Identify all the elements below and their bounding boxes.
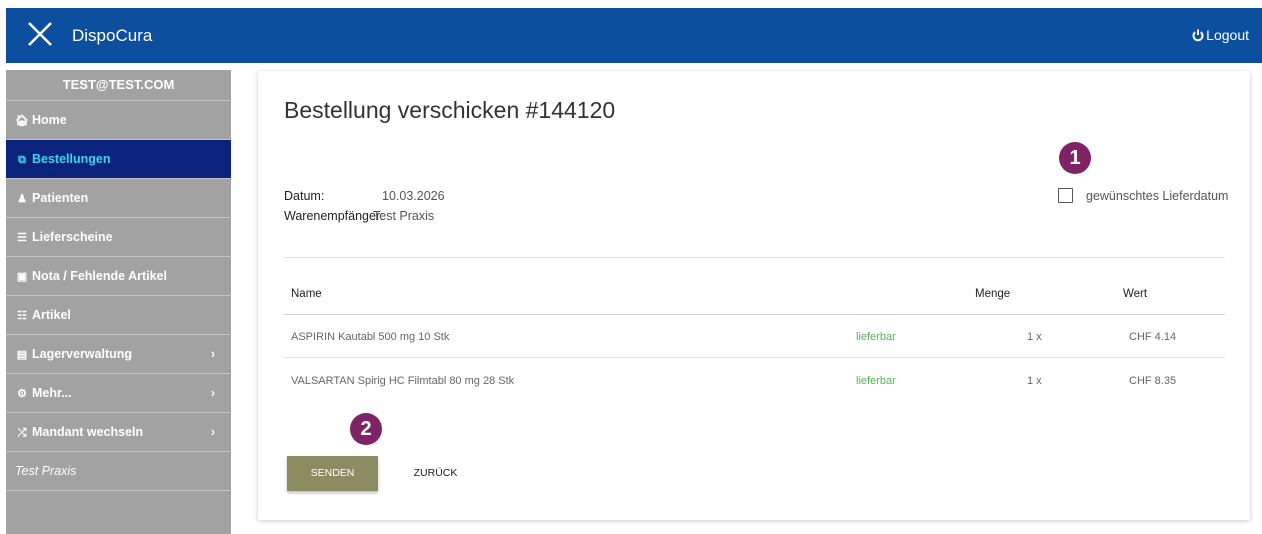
row-2-name: VALSARTAN Spirig HC Filmtabl 80 mg 28 St…	[291, 375, 515, 387]
row-1-menge: 1 x	[1027, 331, 1042, 343]
close-icon[interactable]	[26, 20, 54, 48]
date-label: Datum:	[284, 189, 325, 203]
document-icon: ☰	[17, 232, 27, 244]
sidebar-item-label: Home	[32, 113, 67, 127]
sidebar-item-lieferscheine[interactable]: ☰ Lieferscheine	[6, 218, 231, 257]
home-icon: 🏠︎	[15, 115, 29, 127]
row-1-status: lieferbar	[856, 331, 896, 343]
sidebar-item-nota[interactable]: ▣ Nota / Fehlende Artikel	[6, 257, 231, 296]
sidebar-item-mandant[interactable]: ⤮ Mandant wechseln ›	[6, 413, 231, 452]
sidebar-item-label: Nota / Fehlende Artikel	[32, 269, 167, 283]
send-button[interactable]: SENDEN	[287, 456, 378, 491]
table-row-divider	[284, 357, 1225, 358]
orders-icon: ⧉	[18, 154, 26, 166]
cart-icon: ☷	[17, 310, 27, 322]
step-badge-2: 2	[350, 413, 382, 445]
sidebar-item-label: Mehr...	[32, 386, 72, 400]
order-card: Bestellung verschicken #144120 1 Datum: …	[258, 71, 1250, 520]
power-icon	[1192, 29, 1204, 42]
sidebar-item-home[interactable]: 🏠︎ Home	[6, 101, 231, 140]
sidebar-item-artikel[interactable]: ☷ Artikel	[6, 296, 231, 335]
divider	[284, 257, 1225, 258]
row-2-wert: CHF 8.35	[1129, 375, 1177, 387]
table-header-divider	[284, 314, 1225, 315]
sidebar-item-label: Lagerverwaltung	[32, 347, 133, 361]
shuffle-icon: ⤮	[17, 427, 27, 439]
step-badge-1: 1	[1059, 142, 1091, 174]
sidebar-item-label: Bestellungen	[32, 152, 111, 166]
user-email: TEST@TEST.COM	[6, 70, 231, 101]
recipient-value: Test Praxis	[373, 209, 435, 223]
column-header-wert: Wert	[1123, 288, 1148, 300]
back-button[interactable]: ZURÜCK	[399, 456, 472, 491]
chevron-right-icon: ›	[210, 347, 215, 361]
chevron-right-icon: ›	[210, 425, 215, 439]
row-2-menge: 1 x	[1027, 375, 1042, 387]
sidebar-item-bestellungen[interactable]: ⧉ Bestellungen	[6, 140, 231, 179]
app-name: DispoCura	[72, 26, 153, 45]
sidebar-item-lagerverwaltung[interactable]: ▤ Lagerverwaltung ›	[6, 335, 231, 374]
logout-button[interactable]: Logout	[1192, 27, 1249, 43]
sidebar-item-patienten[interactable]: ♟ Patienten	[6, 179, 231, 218]
chevron-right-icon: ›	[210, 386, 215, 400]
column-header-name: Name	[291, 288, 322, 300]
recipient-label: Warenempfänger:	[284, 209, 384, 223]
row-1-wert: CHF 4.14	[1129, 331, 1177, 343]
date-value: 10.03.2026	[382, 189, 445, 203]
sidebar-item-label: Artikel	[32, 308, 71, 322]
sidebar-item-label: Mandant wechseln	[32, 425, 144, 439]
top-bar: DispoCura Logout	[6, 8, 1262, 63]
current-praxis: Test Praxis	[6, 452, 231, 491]
wish-date-label: gewünschtes Lieferdatum	[1086, 189, 1229, 203]
gear-icon: ⚙	[17, 388, 27, 400]
list-box-icon: ▣	[16, 271, 28, 283]
users-icon: ♟	[17, 193, 27, 205]
logout-label: Logout	[1206, 27, 1249, 43]
wish-date-checkbox[interactable]	[1058, 188, 1073, 203]
row-1-name: ASPIRIN Kautabl 500 mg 10 Stk	[291, 331, 450, 343]
sidebar-item-mehr[interactable]: ⚙ Mehr... ›	[6, 374, 231, 413]
row-2-status: lieferbar	[856, 375, 896, 387]
sidebar-item-label: Patienten	[32, 191, 89, 205]
sidebar: TEST@TEST.COM 🏠︎ Home ⧉ Bestellungen ♟ Pati…	[6, 70, 231, 534]
column-header-menge: Menge	[975, 288, 1011, 300]
sidebar-item-label: Lieferscheine	[32, 230, 113, 244]
page-title: Bestellung verschicken #144120	[284, 97, 616, 123]
archive-icon: ▤	[16, 349, 28, 361]
